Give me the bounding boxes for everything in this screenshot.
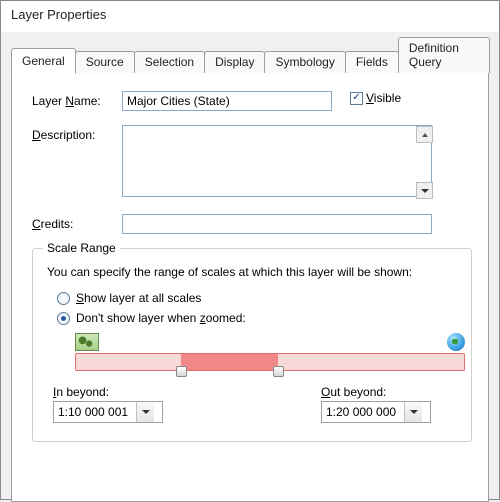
radio-show-all-scales[interactable] — [57, 292, 70, 305]
in-beyond-label: In beyond: — [53, 385, 203, 399]
layer-properties-dialog: Layer Properties General Source Selectio… — [0, 0, 500, 500]
tab-strip: General Source Selection Display Symbolo… — [11, 36, 489, 72]
tab-selection[interactable]: Selection — [134, 51, 205, 73]
in-beyond-input[interactable] — [54, 403, 136, 421]
tab-panel-general: Layer Name: ✓ Visible Description: Credi… — [11, 72, 489, 502]
description-textarea[interactable] — [122, 125, 432, 197]
tab-source[interactable]: Source — [75, 51, 135, 73]
layer-name-input[interactable] — [122, 91, 332, 111]
in-beyond-combo[interactable] — [53, 401, 163, 423]
layer-name-label: Layer Name: — [32, 91, 122, 108]
tab-display[interactable]: Display — [204, 51, 265, 73]
scroll-up-button[interactable] — [416, 126, 433, 143]
radio-show-all-scales-label: Show layer at all scales — [76, 291, 201, 305]
scale-slider — [75, 333, 465, 371]
chevron-up-icon — [422, 133, 428, 137]
out-beyond-label: Out beyond: — [321, 385, 451, 399]
out-beyond-dropdown-button[interactable] — [404, 402, 422, 422]
in-beyond-dropdown-button[interactable] — [136, 402, 154, 422]
dialog-title: Layer Properties — [1, 1, 499, 32]
chevron-down-icon — [142, 410, 150, 414]
visible-checkbox[interactable]: ✓ — [350, 92, 363, 105]
out-beyond-input[interactable] — [322, 403, 404, 421]
scale-handle-max[interactable] — [273, 366, 284, 377]
scale-bar[interactable] — [75, 353, 465, 371]
chevron-down-icon — [421, 189, 429, 193]
tab-definition-query[interactable]: Definition Query — [398, 37, 490, 73]
scroll-down-button[interactable] — [416, 182, 433, 199]
map-detail-icon — [75, 333, 99, 351]
credits-input[interactable] — [122, 214, 432, 234]
credits-label: Credits: — [32, 214, 122, 231]
scale-range-help: You can specify the range of scales at w… — [47, 265, 457, 279]
tab-fields[interactable]: Fields — [345, 51, 399, 73]
scale-handle-min[interactable] — [176, 366, 187, 377]
chevron-down-icon — [410, 410, 418, 414]
scale-range-legend: Scale Range — [43, 241, 120, 255]
description-label: Description: — [32, 125, 122, 142]
scale-range-group: Scale Range You can specify the range of… — [32, 248, 472, 442]
radio-dont-show-zoomed[interactable] — [57, 312, 70, 325]
globe-icon — [447, 333, 465, 351]
out-beyond-combo[interactable] — [321, 401, 431, 423]
tab-general[interactable]: General — [11, 48, 76, 74]
tab-symbology[interactable]: Symbology — [264, 51, 345, 73]
radio-dont-show-zoomed-label: Don't show layer when zoomed: — [76, 311, 246, 325]
visible-label: Visible — [366, 91, 401, 105]
